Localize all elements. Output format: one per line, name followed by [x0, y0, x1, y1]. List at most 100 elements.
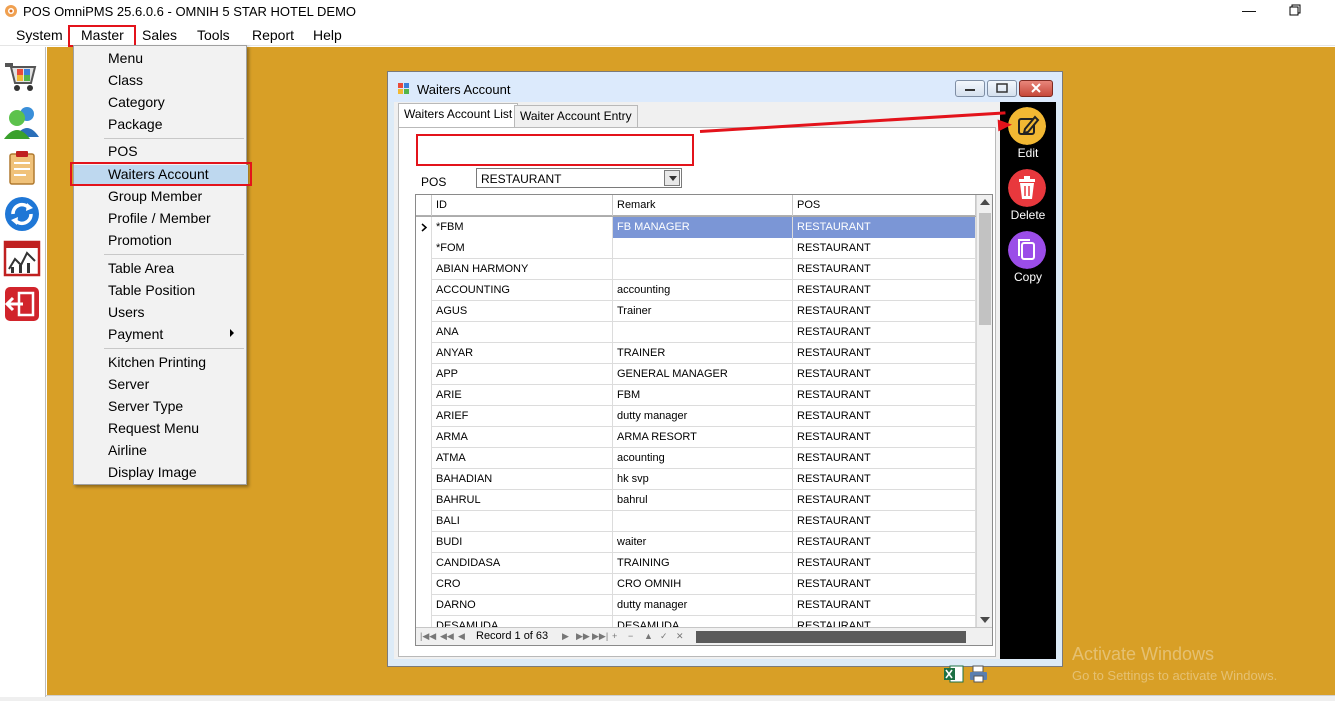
cell-id[interactable]: ATMA	[432, 448, 613, 469]
menu-tools[interactable]: Tools	[197, 27, 230, 43]
row-header[interactable]	[416, 532, 432, 553]
cell-remark[interactable]: acounting	[613, 448, 793, 469]
previous-page-icon[interactable]: ◀◀	[440, 631, 454, 642]
row-header[interactable]	[416, 343, 432, 364]
report-chart-icon[interactable]	[3, 239, 41, 277]
cancel-record-icon[interactable]: ✕	[676, 631, 684, 642]
cell-pos[interactable]: RESTAURANT	[793, 364, 976, 385]
table-row[interactable]: ANA RESTAURANT	[416, 322, 976, 343]
cell-id[interactable]: AGUS	[432, 301, 613, 322]
menu-item-table-position[interactable]: Table Position	[108, 282, 195, 298]
menu-item-package[interactable]: Package	[108, 116, 162, 132]
row-header[interactable]	[416, 301, 432, 322]
menu-item-profile-member[interactable]: Profile / Member	[108, 210, 211, 226]
copy-label[interactable]: Copy	[1000, 270, 1056, 284]
cell-remark[interactable]	[613, 322, 793, 343]
table-row[interactable]: APP GENERAL MANAGER RESTAURANT	[416, 364, 976, 385]
table-row[interactable]: ARIE FBM RESTAURANT	[416, 385, 976, 406]
next-record-icon[interactable]: ▶	[562, 631, 569, 642]
cell-pos[interactable]: RESTAURANT	[793, 469, 976, 490]
row-header[interactable]	[416, 427, 432, 448]
menu-item-payment[interactable]: Payment	[108, 326, 163, 342]
restore-button[interactable]	[1287, 2, 1305, 20]
cell-remark[interactable]: TRAINING	[613, 553, 793, 574]
row-header[interactable]	[416, 217, 432, 238]
last-record-icon[interactable]: ▶▶|	[592, 631, 608, 642]
cell-remark[interactable]: Trainer	[613, 301, 793, 322]
table-row[interactable]: BAHADIAN hk svp RESTAURANT	[416, 469, 976, 490]
table-row[interactable]: AGUS Trainer RESTAURANT	[416, 301, 976, 322]
scroll-thumb[interactable]	[979, 213, 991, 325]
row-header[interactable]	[416, 385, 432, 406]
cell-id[interactable]: *FOM	[432, 238, 613, 259]
menu-item-display-image[interactable]: Display Image	[108, 464, 197, 480]
menu-item-promotion[interactable]: Promotion	[108, 232, 172, 248]
cell-id[interactable]: ACCOUNTING	[432, 280, 613, 301]
row-header[interactable]	[416, 322, 432, 343]
menu-item-group-member[interactable]: Group Member	[108, 188, 202, 204]
add-record-icon[interactable]: +	[612, 631, 617, 641]
table-row[interactable]: ATMA acounting RESTAURANT	[416, 448, 976, 469]
column-header-remark[interactable]: Remark	[613, 195, 793, 216]
cell-pos[interactable]: RESTAURANT	[793, 238, 976, 259]
chevron-down-icon[interactable]	[664, 170, 680, 186]
cell-id[interactable]: BAHADIAN	[432, 469, 613, 490]
cell-id[interactable]: ANA	[432, 322, 613, 343]
cell-remark[interactable]	[613, 259, 793, 280]
cell-pos[interactable]: RESTAURANT	[793, 511, 976, 532]
clipboard-icon[interactable]	[3, 149, 41, 187]
row-header[interactable]	[416, 490, 432, 511]
save-record-icon[interactable]: ✓	[660, 631, 668, 642]
cell-pos[interactable]: RESTAURANT	[793, 259, 976, 280]
cell-remark[interactable]: TRAINER	[613, 343, 793, 364]
previous-record-icon[interactable]: ◀	[458, 631, 465, 642]
users-icon[interactable]	[3, 103, 41, 141]
row-header[interactable]	[416, 280, 432, 301]
cell-pos[interactable]: RESTAURANT	[793, 595, 976, 616]
row-header[interactable]	[416, 259, 432, 280]
cell-pos[interactable]: RESTAURANT	[793, 616, 976, 627]
cell-pos[interactable]: RESTAURANT	[793, 322, 976, 343]
cell-id[interactable]: BUDI	[432, 532, 613, 553]
cell-id[interactable]: DARNO	[432, 595, 613, 616]
cell-pos[interactable]: RESTAURANT	[793, 301, 976, 322]
scroll-up-icon[interactable]	[980, 199, 990, 205]
menu-help[interactable]: Help	[313, 27, 342, 43]
table-row[interactable]: *FOM RESTAURANT	[416, 238, 976, 259]
cell-remark[interactable]: waiter	[613, 532, 793, 553]
cell-remark[interactable]: bahrul	[613, 490, 793, 511]
cell-id[interactable]: ABIAN HARMONY	[432, 259, 613, 280]
cell-remark[interactable]: GENERAL MANAGER	[613, 364, 793, 385]
table-row[interactable]: ABIAN HARMONY RESTAURANT	[416, 259, 976, 280]
cell-pos[interactable]: RESTAURANT	[793, 532, 976, 553]
cell-pos[interactable]: RESTAURANT	[793, 343, 976, 364]
table-row[interactable]: DESAMUDA DESAMUDA RESTAURANT	[416, 616, 976, 627]
cell-remark[interactable]	[613, 238, 793, 259]
row-header[interactable]	[416, 595, 432, 616]
cell-pos[interactable]: RESTAURANT	[793, 385, 976, 406]
exit-icon[interactable]	[3, 285, 41, 323]
menu-item-category[interactable]: Category	[108, 94, 165, 110]
next-page-icon[interactable]: ▶▶	[576, 631, 590, 642]
cell-remark[interactable]: accounting	[613, 280, 793, 301]
grid-vertical-scrollbar[interactable]	[976, 195, 992, 627]
tab-waiter-account-entry[interactable]: Waiter Account Entry	[514, 105, 638, 127]
window-close-button[interactable]	[1019, 80, 1053, 97]
cell-pos[interactable]: RESTAURANT	[793, 427, 976, 448]
excel-export-icon[interactable]	[944, 665, 964, 683]
cell-id[interactable]: DESAMUDA	[432, 616, 613, 627]
cell-id[interactable]: BALI	[432, 511, 613, 532]
menu-report[interactable]: Report	[252, 27, 294, 43]
cell-id[interactable]: APP	[432, 364, 613, 385]
column-header-id[interactable]: ID	[432, 195, 613, 216]
menu-item-request-menu[interactable]: Request Menu	[108, 420, 199, 436]
cell-id[interactable]: ARMA	[432, 427, 613, 448]
cell-remark[interactable]: DESAMUDA	[613, 616, 793, 627]
window-minimize-button[interactable]	[955, 80, 985, 97]
row-header[interactable]	[416, 238, 432, 259]
column-header-pos[interactable]: POS	[793, 195, 976, 216]
cell-remark[interactable]: dutty manager	[613, 406, 793, 427]
cell-id[interactable]: *FBM	[432, 217, 613, 238]
cell-remark[interactable]: ARMA RESORT	[613, 427, 793, 448]
grid-horizontal-scrollbar[interactable]	[696, 631, 966, 643]
